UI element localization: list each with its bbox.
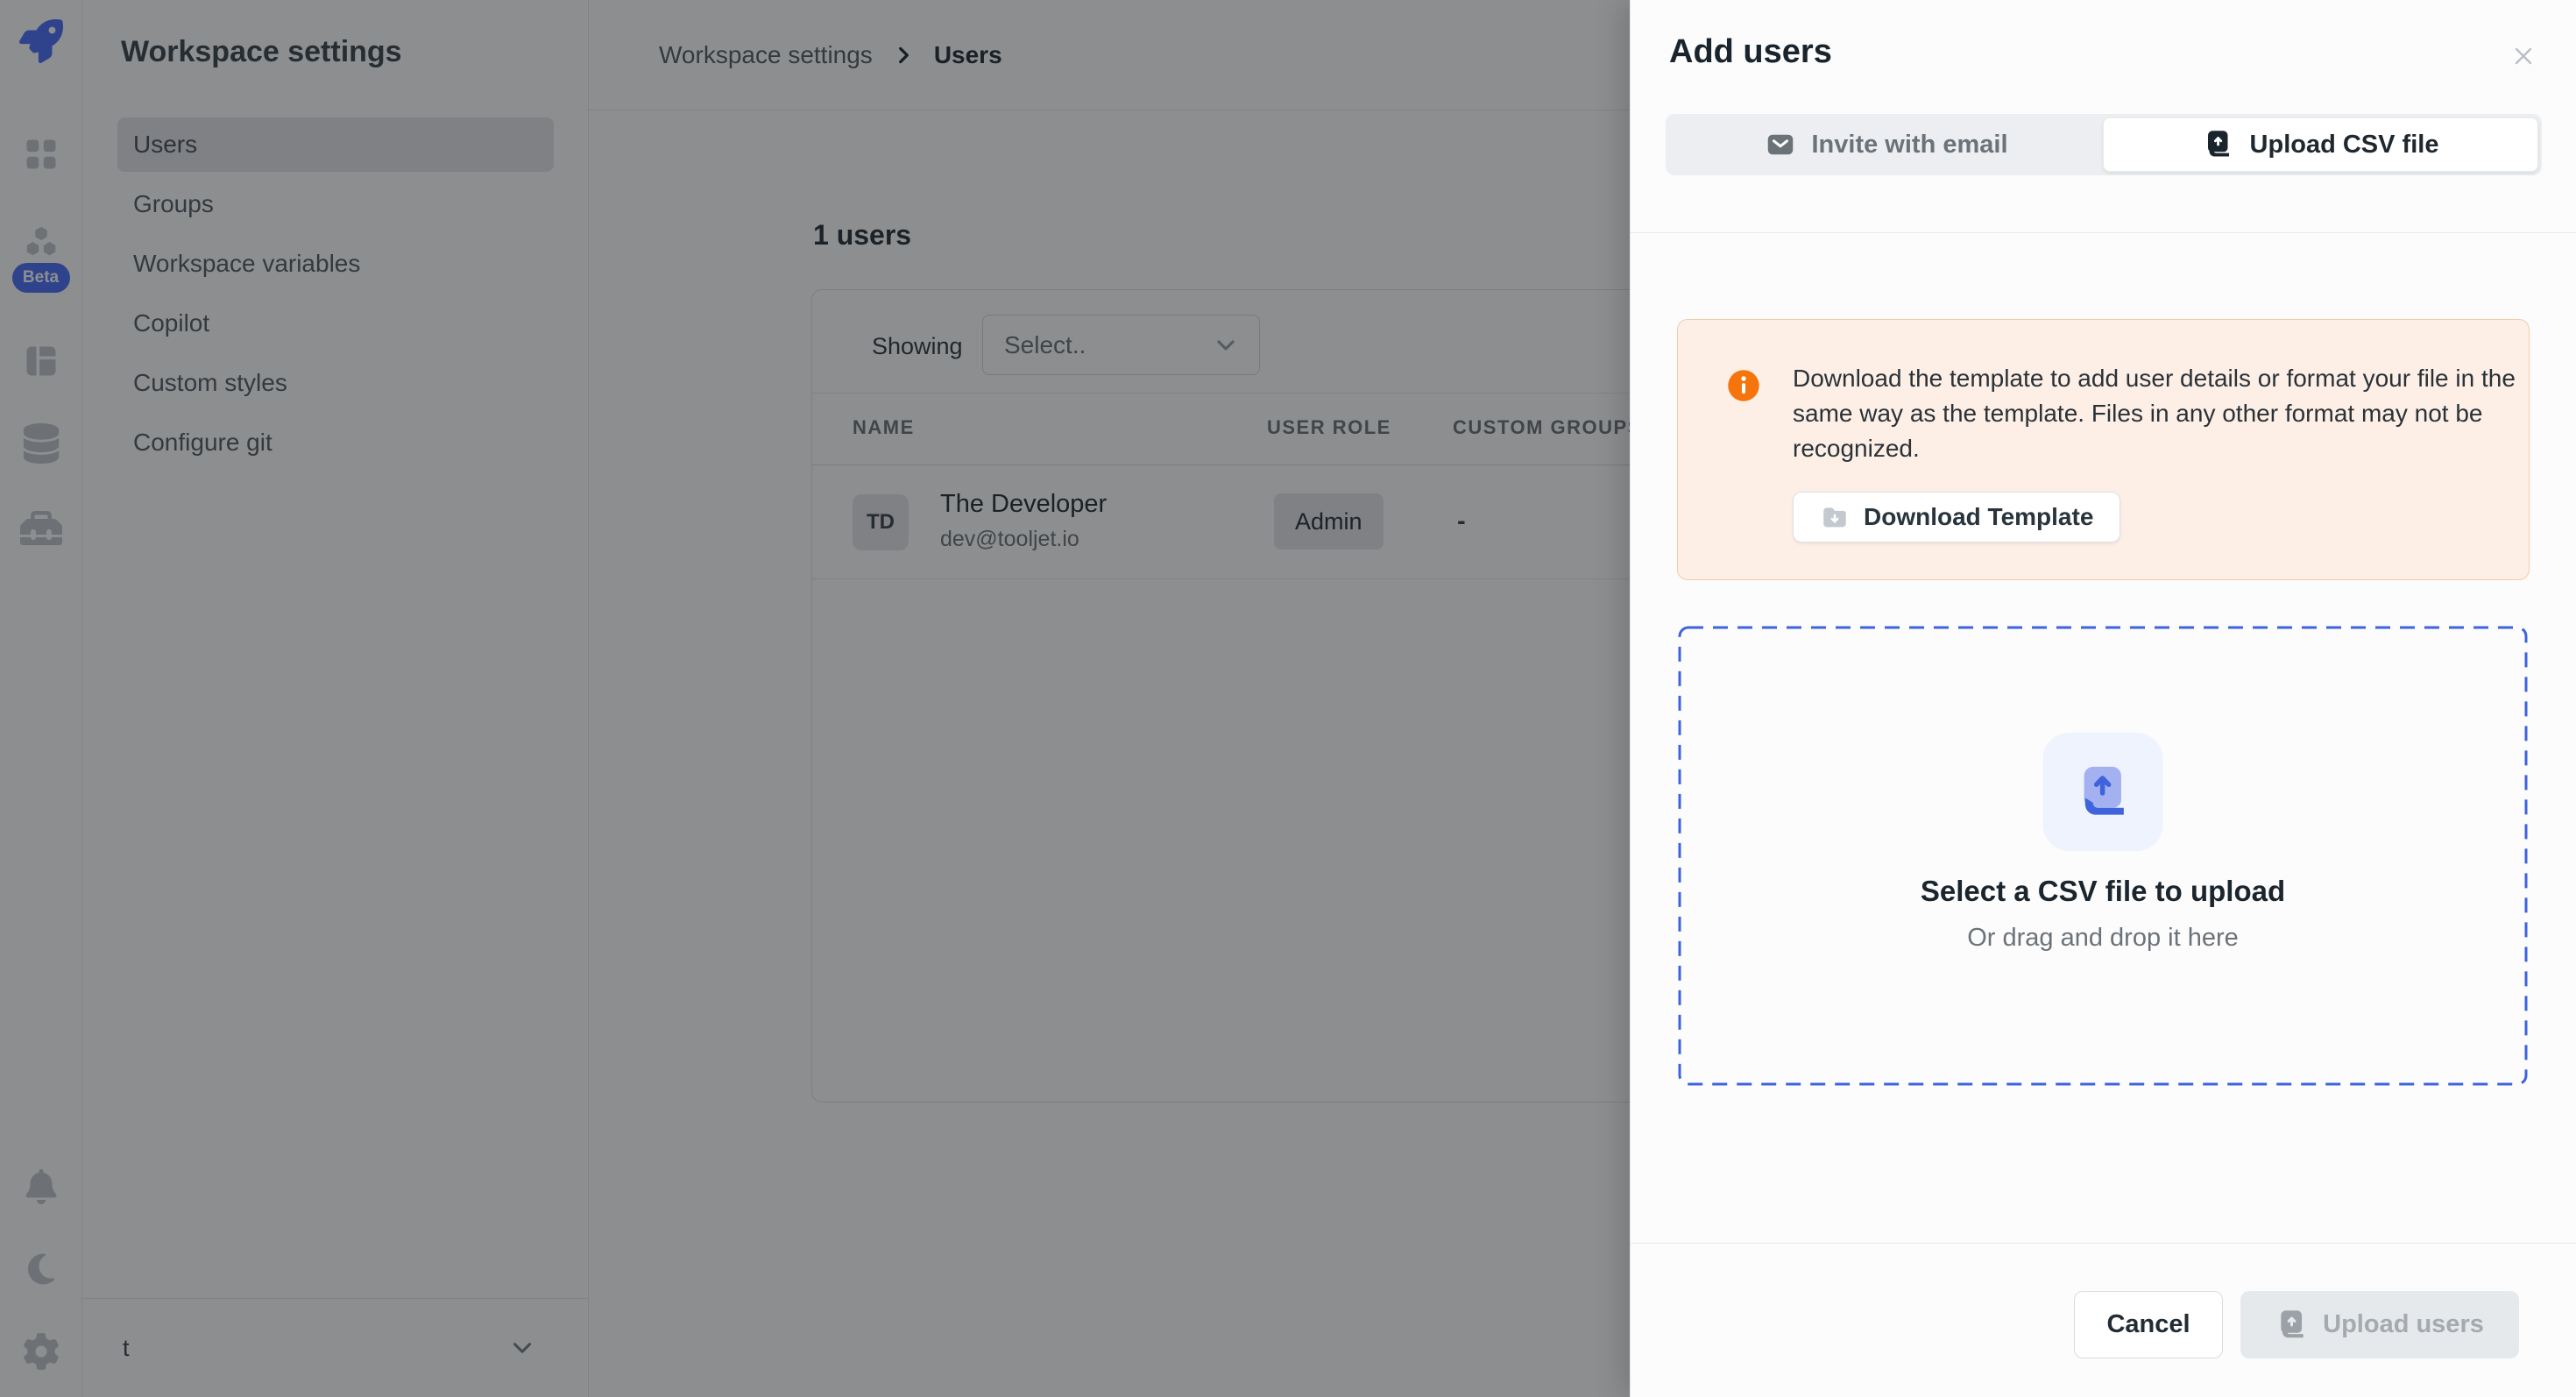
upload-icon-container: [2043, 733, 2163, 851]
csv-dropzone[interactable]: Select a CSV file to upload Or drag and …: [1678, 626, 2528, 1086]
add-users-drawer: Add users Invite with email Upload CSV f…: [1630, 0, 2576, 1397]
template-info-alert: Download the template to add user detail…: [1677, 319, 2530, 580]
tab-label: Invite with email: [1812, 131, 2008, 160]
upload-users-label: Upload users: [2323, 1310, 2484, 1339]
mail-icon: [1765, 129, 1796, 160]
info-icon: [1727, 369, 1760, 402]
tab-upload-csv-file[interactable]: Upload CSV file: [2103, 117, 2538, 172]
cancel-button[interactable]: Cancel: [2074, 1291, 2223, 1358]
tab-label: Upload CSV file: [2250, 131, 2439, 160]
app-root: Beta Workspace settings Users Groups Wor…: [0, 0, 2576, 1397]
add-users-tabs: Invite with email Upload CSV file: [1666, 114, 2542, 175]
file-upload-icon: [2203, 129, 2234, 160]
drawer-footer: Cancel Upload users: [1631, 1243, 2576, 1397]
file-download-icon: [1820, 502, 1850, 532]
drawer-title: Add users: [1669, 33, 1832, 71]
tab-invite-with-email[interactable]: Invite with email: [1669, 117, 2103, 172]
upload-users-button[interactable]: Upload users: [2240, 1291, 2519, 1358]
download-template-button[interactable]: Download Template: [1793, 492, 2120, 542]
file-upload-icon: [2072, 762, 2134, 823]
close-icon[interactable]: [2506, 39, 2541, 74]
dashed-border: [1678, 626, 2528, 1086]
file-upload-icon: [2275, 1308, 2309, 1342]
dropzone-subtitle: Or drag and drop it here: [1678, 924, 2528, 953]
alert-message: Download the template to add user detail…: [1793, 361, 2555, 466]
download-template-label: Download Template: [1864, 503, 2093, 531]
dropzone-title: Select a CSV file to upload: [1678, 875, 2528, 908]
divider: [1631, 232, 2576, 233]
